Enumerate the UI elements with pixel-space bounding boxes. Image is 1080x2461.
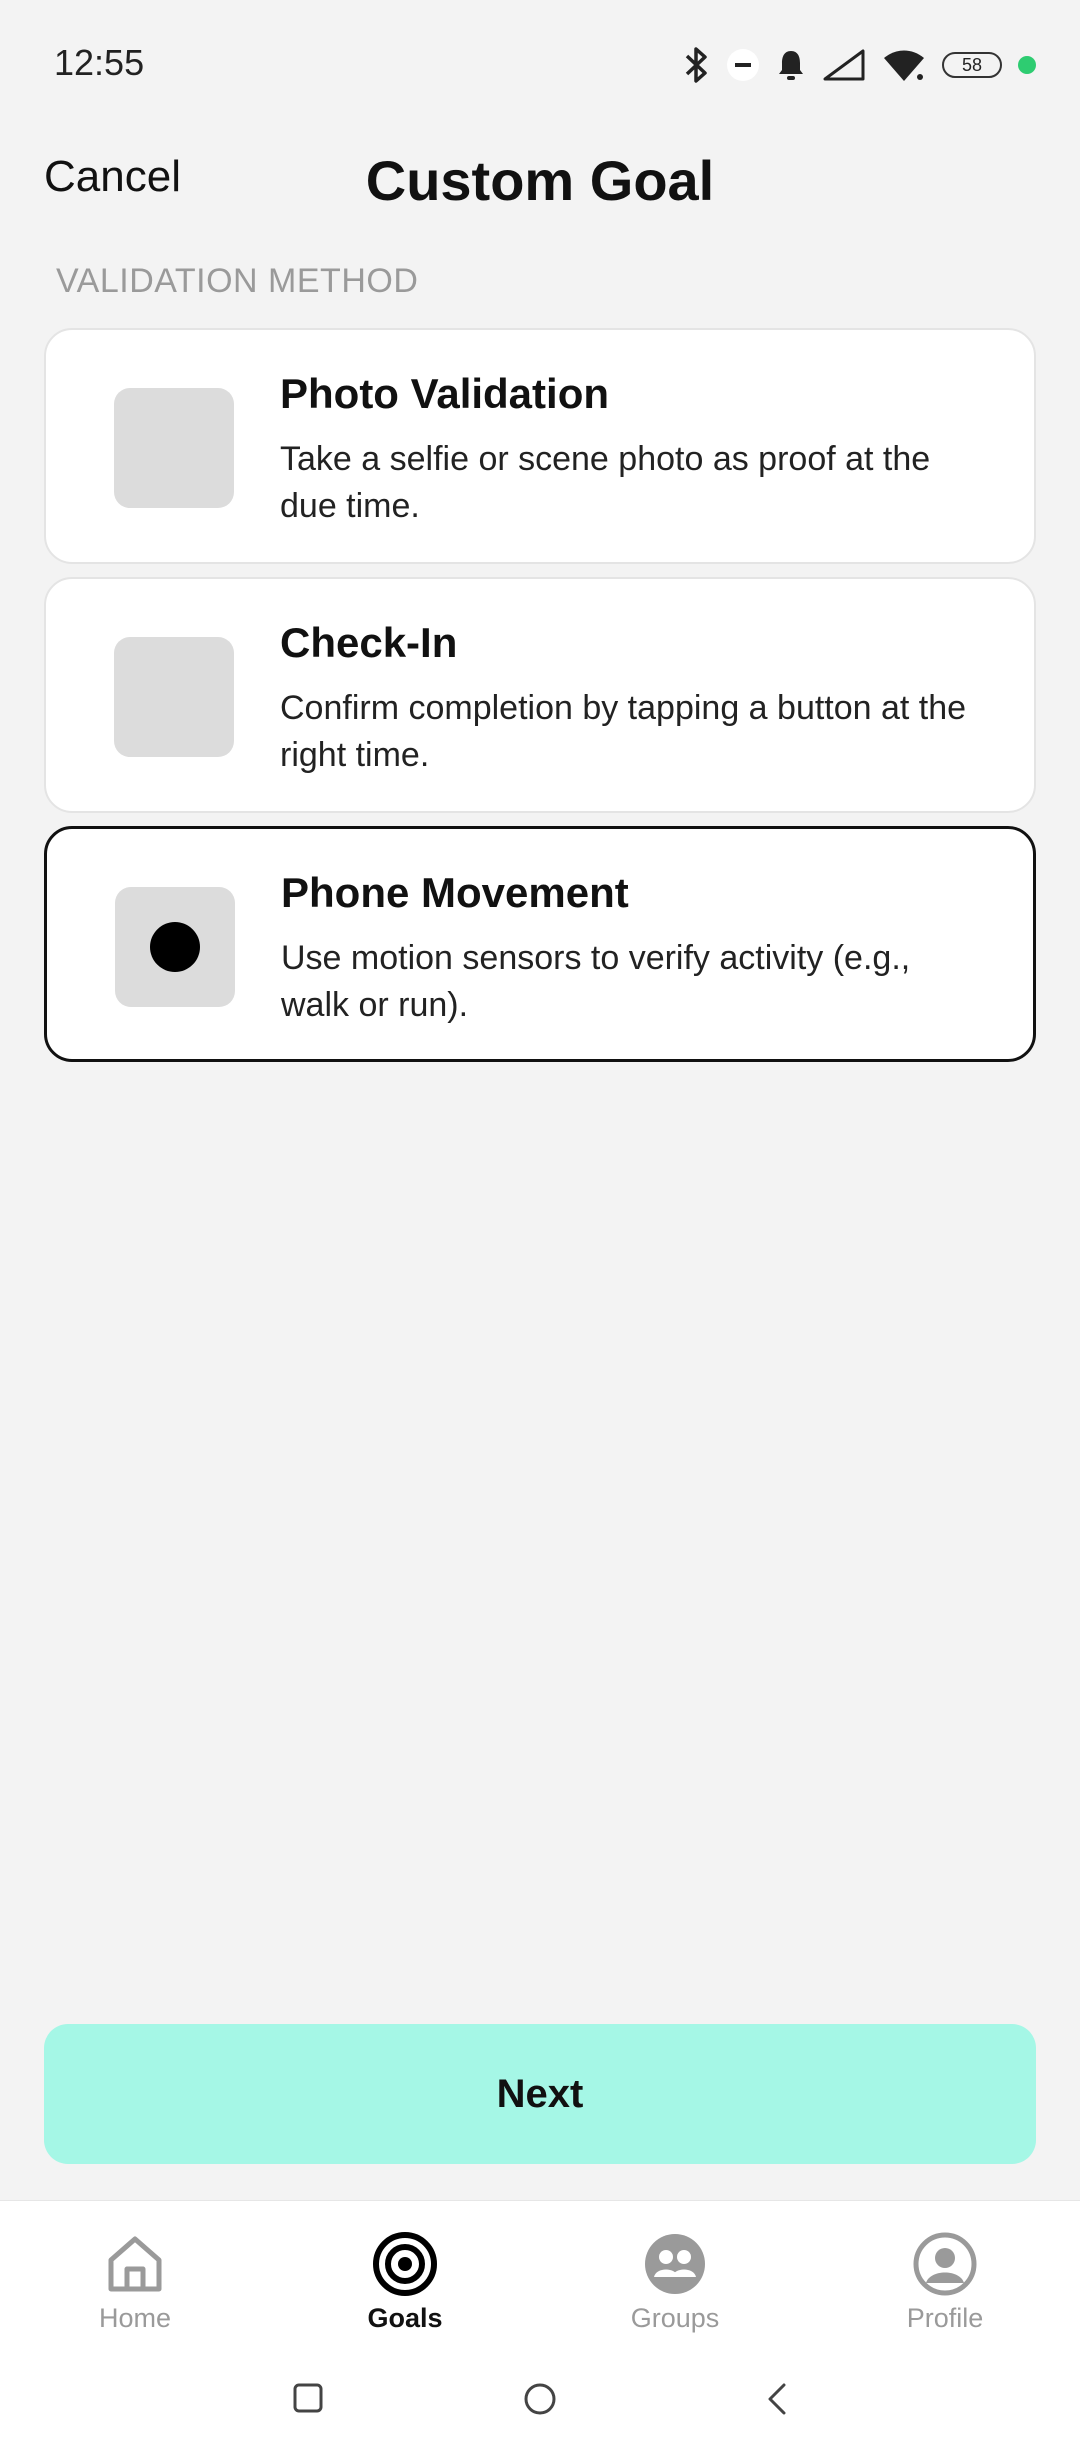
battery-icon: 58: [942, 52, 1002, 78]
signal-icon: [822, 48, 866, 82]
nav-item-home[interactable]: Home: [0, 2231, 270, 2334]
status-time: 12:55: [54, 42, 145, 83]
nav-item-groups[interactable]: Groups: [540, 2231, 810, 2334]
section-label: VALIDATION METHOD: [56, 262, 419, 300]
option-radio: [114, 637, 234, 757]
nav-item-profile[interactable]: Profile: [810, 2231, 1080, 2334]
bell-icon: [776, 48, 806, 82]
bluetooth-icon: [684, 46, 710, 84]
home-icon: [102, 2231, 168, 2297]
cancel-button[interactable]: Cancel: [44, 152, 181, 202]
option-description: Use motion sensors to verify activity (e…: [281, 939, 911, 1024]
back-icon[interactable]: [764, 2382, 792, 2421]
target-icon: [372, 2231, 438, 2297]
status-bar: 12:55 58: [0, 0, 1080, 130]
radio-selected-dot: [150, 922, 200, 972]
home-circle-icon[interactable]: [523, 2382, 557, 2421]
option-check-in[interactable]: Check-In Confirm completion by tapping a…: [44, 577, 1036, 813]
recents-icon[interactable]: [292, 2382, 324, 2419]
option-photo-validation[interactable]: Photo Validation Take a selfie or scene …: [44, 328, 1036, 564]
next-button[interactable]: Next: [44, 2024, 1036, 2164]
option-description: Confirm completion by tapping a button a…: [280, 689, 967, 774]
nav-label: Groups: [630, 2303, 720, 2333]
nav-label: Goals: [367, 2303, 443, 2333]
system-navigation-bar: [0, 2370, 1080, 2430]
option-phone-movement[interactable]: Phone Movement Use motion sensors to ver…: [44, 826, 1036, 1062]
option-radio-selected: [115, 887, 235, 1007]
nav-label: Profile: [906, 2303, 984, 2333]
status-icons: 58: [684, 40, 1036, 90]
battery-level: 58: [961, 54, 983, 75]
validation-method-list: Photo Validation Take a selfie or scene …: [44, 328, 1036, 1075]
nav-item-goals[interactable]: Goals: [270, 2231, 540, 2334]
option-description: Take a selfie or scene photo as proof at…: [280, 440, 931, 525]
option-radio: [114, 388, 234, 508]
do-not-disturb-icon: [726, 48, 760, 82]
option-title: Photo Validation: [280, 370, 610, 417]
option-title: Check-In: [280, 619, 458, 666]
groups-icon: [642, 2231, 708, 2297]
profile-icon: [912, 2231, 978, 2297]
option-title: Phone Movement: [281, 869, 629, 916]
nav-label: Home: [98, 2303, 172, 2333]
privacy-indicator-dot: [1018, 56, 1036, 74]
wifi-icon: [882, 48, 926, 82]
